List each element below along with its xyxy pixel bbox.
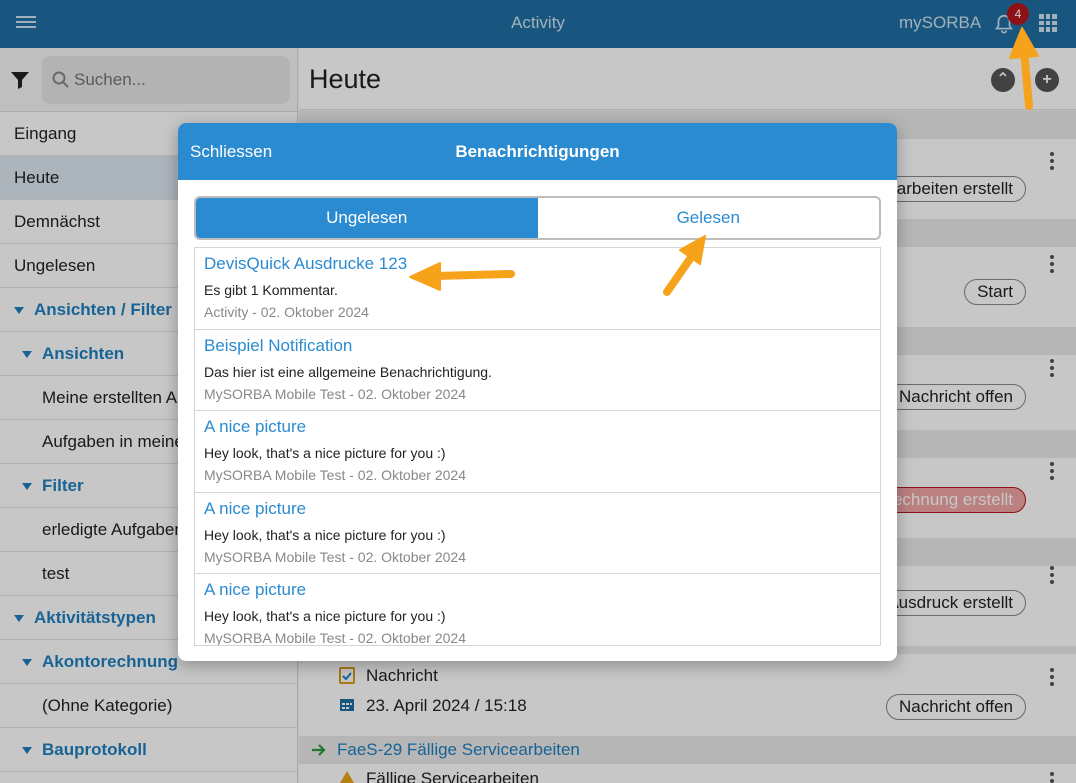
annotation-arrow-gelesen	[663, 252, 696, 296]
annotation-arrowhead-bell	[1009, 27, 1039, 59]
annotation-arrows	[409, 27, 1039, 296]
annotation-arrow-notification	[432, 270, 515, 280]
annotation-arrow-bell	[1020, 46, 1033, 110]
annotation-arrowhead-gelesen	[679, 235, 706, 265]
annotation-arrowhead-notification	[409, 262, 441, 291]
